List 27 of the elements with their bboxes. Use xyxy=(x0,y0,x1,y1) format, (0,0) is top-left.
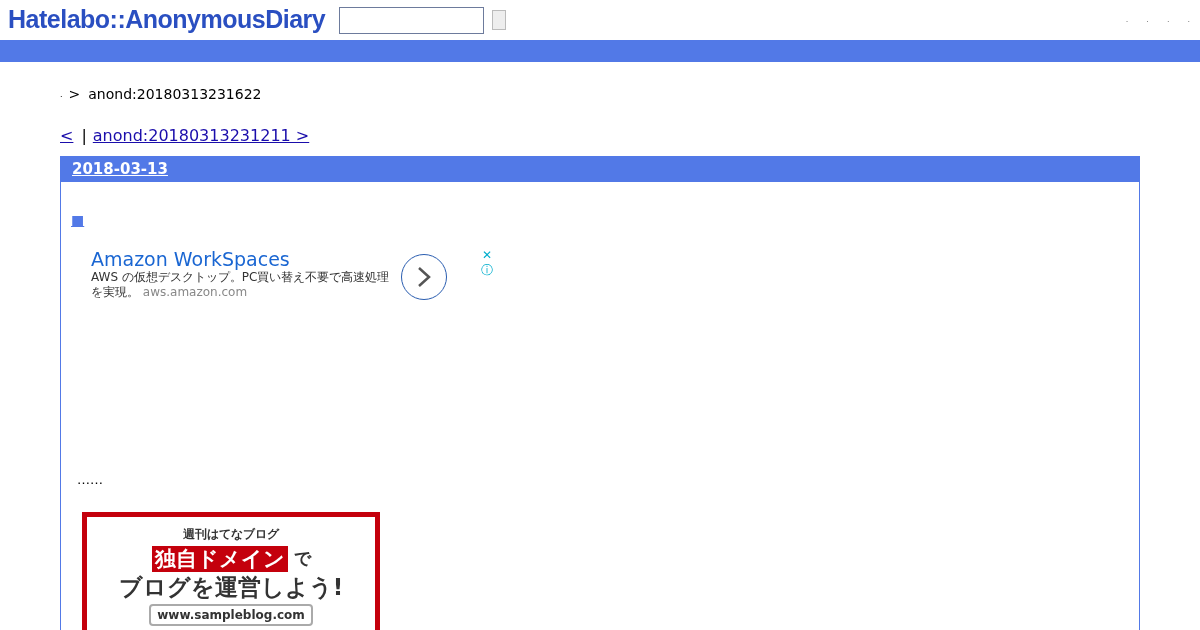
header-link[interactable]: . xyxy=(1125,14,1129,26)
entry-body: …… xyxy=(77,471,104,489)
banner-highlight: 独自ドメイン xyxy=(151,545,288,572)
next-link[interactable]: anond:20180313231211 > xyxy=(92,124,310,148)
breadcrumb-separator: > xyxy=(68,85,81,104)
close-button[interactable]: ✕ xyxy=(481,248,493,263)
header-link[interactable]: . xyxy=(1187,14,1190,26)
banner-url: www.sampleblog.com xyxy=(149,603,313,626)
home-link[interactable]: . xyxy=(60,88,63,101)
info-button[interactable]: ⓘ xyxy=(481,263,493,278)
search-field[interactable] xyxy=(339,6,485,34)
header-link[interactable]: . xyxy=(1146,14,1149,26)
site-logo[interactable]: Hatelabo::AnonymousDiary xyxy=(8,1,326,39)
ad-title[interactable]: Amazon WorkSpaces xyxy=(91,248,391,270)
ad-domain: aws.amazon.com xyxy=(142,285,248,299)
entry-id: anond:20180313231622 xyxy=(88,85,262,104)
banner-suffix: で xyxy=(293,547,311,570)
date-link[interactable]: 2018-03-13 xyxy=(72,158,168,181)
section-mark-link[interactable]: ■ xyxy=(71,212,85,228)
blog-banner[interactable]: 週刊はてなブログ 独自ドメイン で ブログを運営しよう! www.sampleblog.com xyxy=(82,511,380,630)
previous-link[interactable]: < xyxy=(60,124,76,148)
banner-headline: ブログを運営しよう! xyxy=(118,572,344,602)
banner-kicker: 週刊はてなブログ xyxy=(183,525,279,543)
pager-divider: | xyxy=(81,125,87,147)
ad-text: AWS の仮想デスクトップ。PC買い替え不要で高速処理を実現。 aws.amazon.com xyxy=(91,270,391,300)
chevron-right-icon xyxy=(417,266,431,288)
header-link[interactable]: . xyxy=(1166,14,1170,26)
